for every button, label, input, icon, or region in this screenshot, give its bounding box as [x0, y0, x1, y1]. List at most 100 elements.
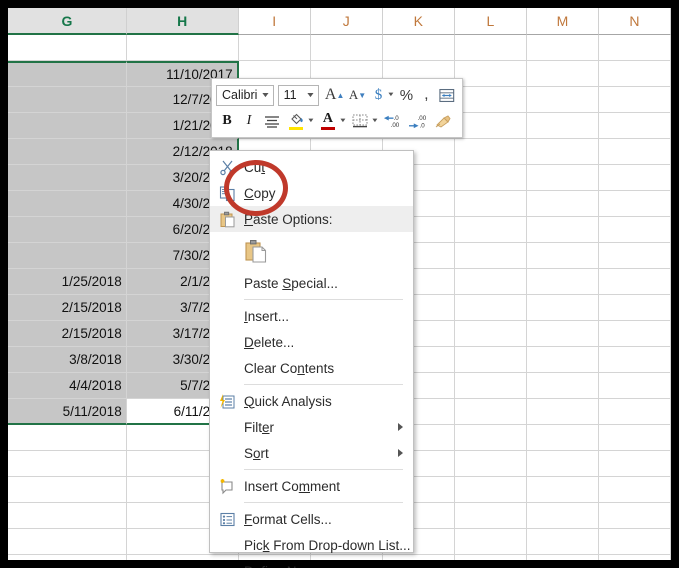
cell-n-6[interactable] — [598, 165, 671, 191]
mini-formatting-toolbar[interactable]: Calibri ▼ 11 ▼ A ▲ A ▼ $ ▼ % , B I ▼ A ▼… — [211, 78, 463, 138]
cell-n-19[interactable] — [598, 503, 671, 529]
paste-option-keep-source-formatting[interactable] — [210, 232, 413, 270]
italic-button[interactable]: I — [238, 109, 260, 133]
bold-button[interactable]: B — [216, 109, 238, 133]
cell-n-5[interactable] — [598, 139, 671, 165]
cell-g-6[interactable] — [8, 165, 127, 191]
cell-m-10[interactable] — [526, 269, 599, 295]
cell-m-6[interactable] — [526, 165, 599, 191]
percent-style-button[interactable]: % — [396, 83, 416, 107]
table-row[interactable] — [8, 35, 671, 61]
cell-i-1[interactable] — [238, 35, 311, 61]
cell-n-13[interactable] — [598, 347, 671, 373]
cell-l-5[interactable] — [454, 139, 527, 165]
cell-h-1[interactable] — [126, 35, 239, 61]
cell-m-7[interactable] — [526, 191, 599, 217]
cell-n-18[interactable] — [598, 477, 671, 503]
cell-n-20[interactable] — [598, 529, 671, 555]
font-color-chevron-down-icon[interactable]: ▼ — [339, 118, 347, 124]
cell-g-2[interactable] — [8, 61, 127, 87]
cell-l-16[interactable] — [454, 425, 527, 451]
cell-n-14[interactable] — [598, 373, 671, 399]
cell-n-7[interactable] — [598, 191, 671, 217]
cell-g-21[interactable] — [8, 555, 127, 560]
font-size-combo[interactable]: 11 ▼ — [277, 84, 319, 106]
cell-g-16[interactable] — [8, 425, 127, 451]
cell-l-9[interactable] — [454, 243, 527, 269]
column-header-h[interactable]: H — [126, 8, 239, 35]
cell-m-1[interactable] — [526, 35, 599, 61]
cell-l-7[interactable] — [454, 191, 527, 217]
cell-g-8[interactable] — [8, 217, 127, 243]
cell-l-6[interactable] — [454, 165, 527, 191]
chevron-down-icon[interactable]: ▼ — [257, 92, 274, 99]
cell-m-11[interactable] — [526, 295, 599, 321]
cell-m-4[interactable] — [526, 113, 599, 139]
increase-font-size-button[interactable]: A ▲ — [323, 83, 347, 107]
cell-l-1[interactable] — [454, 35, 527, 61]
cell-n-4[interactable] — [598, 113, 671, 139]
column-header-m[interactable]: M — [526, 8, 599, 35]
fill-color-button[interactable] — [284, 109, 308, 133]
cell-n-15[interactable] — [598, 399, 671, 425]
column-header-k[interactable]: K — [382, 8, 455, 35]
column-header-row[interactable]: G H I J K L M N — [8, 8, 671, 35]
menu-item-insert-comment[interactable]: Insert Comment — [210, 473, 413, 499]
cell-l-2[interactable] — [454, 61, 527, 87]
cell-m-13[interactable] — [526, 347, 599, 373]
cell-g-18[interactable] — [8, 477, 127, 503]
cell-m-21[interactable] — [526, 555, 599, 560]
cell-l-4[interactable] — [454, 113, 527, 139]
cell-m-19[interactable] — [526, 503, 599, 529]
comma-style-button[interactable]: , — [416, 83, 436, 107]
cell-m-2[interactable] — [526, 61, 599, 87]
cell-l-3[interactable] — [454, 87, 527, 113]
cell-m-5[interactable] — [526, 139, 599, 165]
cell-l-17[interactable] — [454, 451, 527, 477]
center-align-button[interactable] — [260, 109, 284, 133]
cell-l-20[interactable] — [454, 529, 527, 555]
cell-j-1[interactable] — [310, 35, 383, 61]
borders-chevron-down-icon[interactable]: ▼ — [371, 118, 379, 124]
menu-item-define-name[interactable]: Define Name... — [210, 558, 413, 568]
cell-g-10[interactable]: 1/25/2018 — [8, 269, 127, 295]
context-menu[interactable]: Cut Copy Paste Options: Paste Special... Ins… — [209, 150, 414, 568]
menu-item-paste-options[interactable]: Paste Options: — [210, 206, 413, 232]
cell-g-7[interactable] — [8, 191, 127, 217]
cell-l-14[interactable] — [454, 373, 527, 399]
cell-m-15[interactable] — [526, 399, 599, 425]
cell-m-9[interactable] — [526, 243, 599, 269]
column-header-g[interactable]: G — [8, 8, 127, 35]
cell-m-14[interactable] — [526, 373, 599, 399]
cell-l-11[interactable] — [454, 295, 527, 321]
cell-l-12[interactable] — [454, 321, 527, 347]
cell-m-12[interactable] — [526, 321, 599, 347]
menu-item-quick-analysis[interactable]: Quick Analysis — [210, 388, 413, 414]
cell-g-1[interactable] — [8, 35, 127, 61]
cell-m-17[interactable] — [526, 451, 599, 477]
column-header-j[interactable]: J — [310, 8, 383, 35]
cell-m-3[interactable] — [526, 87, 599, 113]
menu-item-paste-special[interactable]: Paste Special... — [210, 270, 413, 296]
cell-l-18[interactable] — [454, 477, 527, 503]
chevron-down-icon[interactable]: ▼ — [302, 92, 319, 99]
cell-g-15[interactable]: 5/11/2018 — [8, 399, 127, 425]
menu-item-pick-from-drop-down-list[interactable]: Pick From Drop-down List... — [210, 532, 413, 558]
cell-n-8[interactable] — [598, 217, 671, 243]
cell-g-3[interactable] — [8, 87, 127, 113]
cell-g-5[interactable] — [8, 139, 127, 165]
cell-l-15[interactable] — [454, 399, 527, 425]
menu-item-insert[interactable]: Insert... — [210, 303, 413, 329]
menu-item-cut[interactable]: Cut — [210, 154, 413, 180]
cell-n-16[interactable] — [598, 425, 671, 451]
fill-color-chevron-down-icon[interactable]: ▼ — [307, 118, 315, 124]
menu-item-clear-contents[interactable]: Clear Contents — [210, 355, 413, 381]
cell-n-1[interactable] — [598, 35, 671, 61]
cell-k-1[interactable] — [382, 35, 455, 61]
cell-g-9[interactable] — [8, 243, 127, 269]
merge-and-center-button[interactable] — [436, 83, 458, 107]
decrease-decimal-button[interactable]: .0 .00 — [380, 109, 406, 133]
cell-g-11[interactable]: 2/15/2018 — [8, 295, 127, 321]
menu-item-delete[interactable]: Delete... — [210, 329, 413, 355]
cell-n-21[interactable] — [598, 555, 671, 560]
